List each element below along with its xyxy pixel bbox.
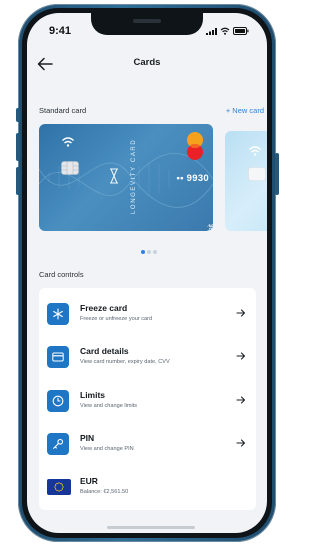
side-button-volume-up [16,133,20,161]
page-title: Cards [133,57,161,68]
new-card-link[interactable]: + New card [226,106,264,115]
home-indicator [107,526,195,529]
carousel-dot-3[interactable] [153,250,157,254]
carousel-dot-2[interactable] [147,250,151,254]
side-button-mute [16,108,20,122]
eur-balance-row[interactable]: EUR Balance: €2,561.50 [39,467,256,507]
eu-flag-icon [47,479,71,495]
status-time: 9:41 [49,25,72,37]
side-button-power [275,153,279,195]
freeze-card-subtitle: Freeze or unfreeze your card [80,316,153,322]
limits-title: Limits [80,390,106,400]
chip-icon [248,167,266,181]
carousel-dots [141,250,157,254]
card-controls-label: Card controls [39,270,84,279]
status-icons [206,27,249,35]
arrow-right-icon [236,439,246,447]
standard-card-label: Standard card [39,106,87,115]
contactless-icon [249,146,261,156]
debit-card[interactable]: LONGEVITY CARD •• 9930 debit [39,124,213,231]
carousel-dot-1[interactable] [141,250,145,254]
mastercard-logo-icon [187,132,203,160]
wifi-icon [220,27,230,35]
card-icon [47,346,69,368]
card-details-row[interactable]: Card details View card number, expiry da… [39,337,256,377]
card-type: debit [208,224,213,231]
screen: 9:41 Cards Standard card + New card LONG… [27,13,267,533]
pin-row[interactable]: PIN View and change PIN [39,424,256,464]
hourglass-logo-icon [110,168,118,184]
key-icon [47,433,69,455]
card-number: •• 9930 [176,173,209,184]
freeze-card-row[interactable]: Freeze card Freeze or unfreeze your card [39,294,256,334]
battery-icon [233,27,249,35]
chip-icon [61,161,79,175]
arrow-right-icon [236,352,246,360]
pin-title: PIN [80,433,95,443]
card-details-subtitle: View card number, expiry date, CVV [80,359,170,365]
speaker [133,19,161,23]
eur-title: EUR [80,476,98,486]
eur-balance: Balance: €2,561.50 [80,489,129,495]
notch [91,13,203,35]
card-brand-text: LONGEVITY CARD [131,138,137,214]
card-controls-panel: Freeze card Freeze or unfreeze your card… [39,288,256,510]
side-button-volume-down [16,167,20,195]
gauge-icon [47,390,69,412]
next-card-preview[interactable] [225,131,267,231]
pin-subtitle: View and change PIN [80,446,134,452]
arrow-right-icon [236,396,246,404]
contactless-icon [62,137,74,147]
snowflake-icon [47,303,69,325]
limits-subtitle: View and change limits [80,403,138,409]
freeze-card-title: Freeze card [80,303,128,313]
header: Cards [27,47,267,83]
arrow-right-icon [236,309,246,317]
limits-row[interactable]: Limits View and change limits [39,381,256,421]
signal-icon [206,27,217,35]
card-details-title: Card details [80,346,129,356]
